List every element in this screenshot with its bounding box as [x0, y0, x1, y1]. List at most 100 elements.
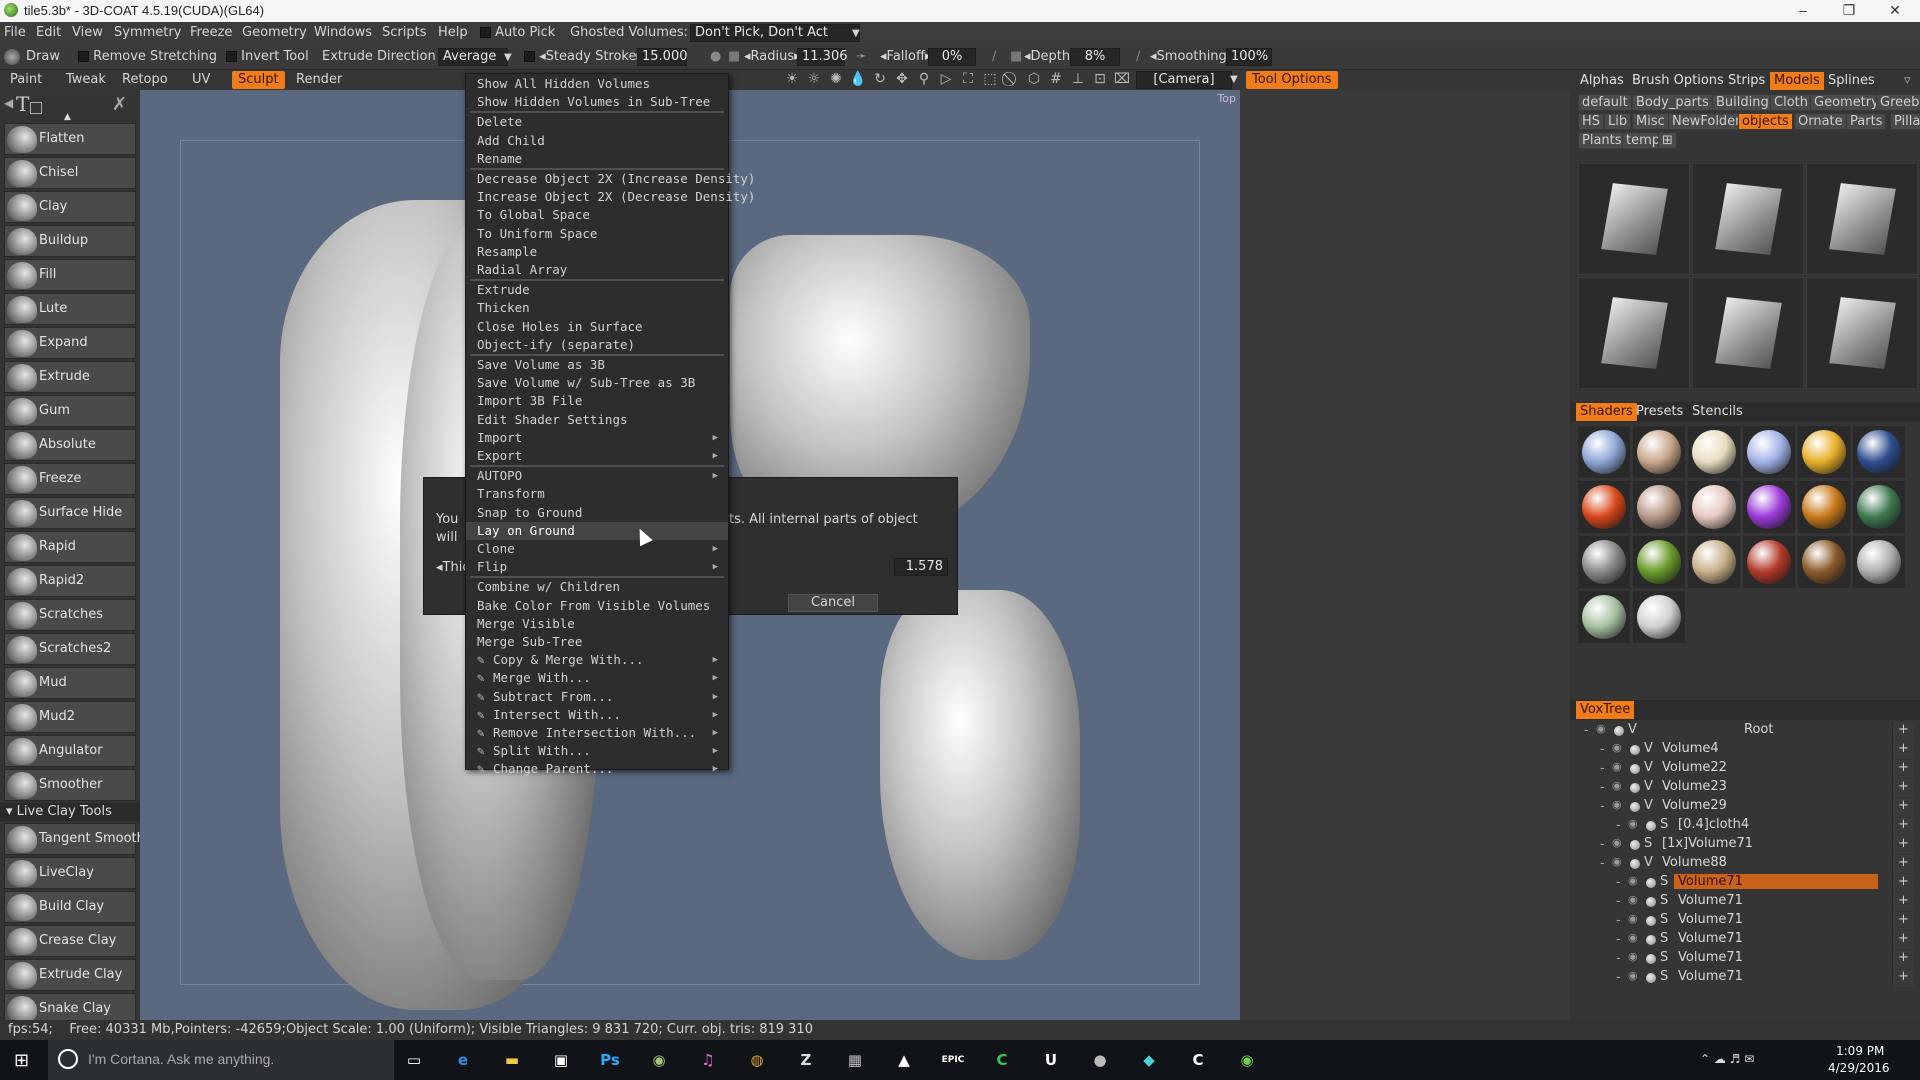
tool-scratches2[interactable]: Scratches2: [4, 633, 136, 665]
layer-name[interactable]: Volume4: [1658, 741, 1723, 756]
folder-cloth[interactable]: Cloth: [1770, 94, 1812, 111]
folder-geometry[interactable]: Geometry: [1810, 94, 1883, 111]
smoothing-curve-icon[interactable]: ∕: [1136, 49, 1140, 64]
collapse-toggle[interactable]: -: [1600, 761, 1605, 776]
voxtree-item[interactable]: - ◉ S Volume71 +: [1570, 950, 1920, 969]
voxtree-item[interactable]: - ◉ S Volume71 +: [1570, 912, 1920, 931]
menu-freeze[interactable]: Freeze: [190, 25, 232, 40]
steady-stroke-checkbox[interactable]: [524, 51, 535, 62]
windows-start-icon[interactable]: ⊞: [14, 1050, 29, 1071]
shader-ball-icon[interactable]: [1646, 916, 1656, 926]
collapse-toggle[interactable]: -: [1600, 780, 1605, 795]
taskbar-photoshop-icon[interactable]: Ps: [596, 1046, 624, 1074]
collapse-left-icon[interactable]: ◀: [4, 96, 13, 110]
shader-swatch[interactable]: [1578, 481, 1630, 533]
steady-stroke-input[interactable]: 15.000: [637, 48, 688, 66]
layer-name[interactable]: Volume71: [1674, 874, 1878, 889]
close-button[interactable]: ✕: [1872, 0, 1918, 22]
taskbar-file-explorer-icon[interactable]: ▬: [498, 1046, 526, 1074]
pen-pressure-icon[interactable]: ●: [710, 49, 721, 64]
add-layer-button[interactable]: +: [1892, 950, 1914, 968]
shader-ball-icon[interactable]: [1630, 745, 1640, 755]
visibility-eye-icon[interactable]: ◉: [1628, 912, 1638, 925]
shader-ball-icon[interactable]: [1630, 764, 1640, 774]
visibility-eye-icon[interactable]: ◉: [1612, 741, 1622, 754]
shader-ball-icon[interactable]: [1646, 897, 1656, 907]
menu-item-increase-object-2x-decrease-density[interactable]: Increase Object 2X (Decrease Density): [466, 188, 755, 206]
menu-edit[interactable]: Edit: [36, 25, 61, 40]
voxtree-item[interactable]: - ◉ S Volume71 +: [1570, 969, 1920, 988]
menu-geometry[interactable]: Geometry: [242, 25, 307, 40]
shader-swatch[interactable]: [1578, 591, 1630, 643]
shader-swatch[interactable]: [1633, 481, 1685, 533]
remove-stretching-checkbox[interactable]: [78, 51, 89, 62]
taskbar-app-c2-icon[interactable]: C: [1184, 1046, 1212, 1074]
layer-name[interactable]: [0.4]cloth4: [1674, 817, 1753, 832]
voxtree-item[interactable]: - ◉ S Volume71 +: [1570, 931, 1920, 950]
voxtree-item[interactable]: - ◉ V Volume22 +: [1570, 760, 1920, 779]
visibility-eye-icon[interactable]: ◉: [1628, 874, 1638, 887]
tab-alphas[interactable]: Alphas: [1576, 72, 1628, 90]
tab-tool-options[interactable]: Tool Options: [1246, 71, 1338, 89]
menu-item-object-ify-separate[interactable]: Object-ify (separate): [466, 336, 728, 354]
layer-name[interactable]: Volume22: [1658, 760, 1731, 775]
shader-swatch[interactable]: [1633, 591, 1685, 643]
tool-extrude[interactable]: Extrude: [4, 361, 136, 393]
add-layer-button[interactable]: +: [1892, 969, 1914, 987]
voxtree-item[interactable]: - ◉ V Volume23 +: [1570, 779, 1920, 798]
visibility-eye-icon[interactable]: ◉: [1612, 760, 1622, 773]
shader-ball-icon[interactable]: [1646, 935, 1656, 945]
taskbar-app-c-icon[interactable]: C: [988, 1046, 1016, 1074]
maximize-button[interactable]: ❐: [1826, 0, 1872, 22]
folder-lib[interactable]: Lib: [1604, 113, 1632, 130]
live-clay-section-header[interactable]: ▾ Live Clay Tools: [0, 803, 140, 821]
layer-name[interactable]: Volume71: [1674, 912, 1747, 927]
visibility-eye-icon[interactable]: ◉: [1612, 798, 1622, 811]
menu-view[interactable]: View: [72, 25, 103, 40]
folder-parts[interactable]: Parts: [1846, 113, 1887, 130]
drop-icon[interactable]: 💧: [848, 71, 868, 87]
folder-hs[interactable]: HS: [1578, 113, 1605, 130]
camera-select[interactable]: [Camera]: [1136, 71, 1232, 89]
tab-uv[interactable]: UV: [186, 71, 216, 89]
menu-item-show-all-hidden-volumes[interactable]: Show All Hidden Volumes: [466, 75, 728, 93]
minimize-button[interactable]: –: [1780, 0, 1826, 22]
tab-paint[interactable]: Paint: [4, 71, 48, 89]
invert-tool-toggle[interactable]: Invert Tool: [226, 49, 309, 64]
remove-stretching-toggle[interactable]: Remove Stretching: [78, 49, 217, 64]
voxtree-item[interactable]: - ◉ V Volume4 +: [1570, 741, 1920, 760]
lock-depth-icon[interactable]: ■: [1010, 49, 1022, 64]
tool-extrude-clay[interactable]: Extrude Clay: [4, 959, 136, 991]
voxtree-item[interactable]: - ◉ V Root +: [1570, 722, 1920, 741]
menu-item-radial-array[interactable]: Radial Array: [466, 261, 728, 279]
radius-input[interactable]: 11.306: [797, 48, 848, 66]
taskbar-epic-icon[interactable]: EPIC: [939, 1046, 967, 1074]
menu-item-subtract-from[interactable]: ✎ Subtract From... ▶: [466, 688, 728, 706]
tool-smoother[interactable]: Smoother: [4, 769, 136, 801]
folder-building[interactable]: Building: [1712, 94, 1773, 111]
folder-body_parts[interactable]: Body_parts: [1632, 94, 1713, 111]
panel-menu-icon[interactable]: ▿: [1900, 72, 1915, 90]
menu-item-merge-visible[interactable]: Merge Visible: [466, 615, 728, 633]
taskbar-zbrush-icon[interactable]: Z: [792, 1046, 820, 1074]
visibility-eye-icon[interactable]: ◉: [1628, 950, 1638, 963]
folder-pillar[interactable]: Pillar: [1890, 113, 1920, 130]
shader-ball-icon[interactable]: [1630, 802, 1640, 812]
folder-default[interactable]: default: [1578, 94, 1632, 111]
voxtree-item[interactable]: - ◉ V Volume88 +: [1570, 855, 1920, 874]
menu-item-merge-with[interactable]: ✎ Merge With... ▶: [466, 669, 728, 687]
shader-swatch[interactable]: [1743, 536, 1795, 588]
tab-render[interactable]: Render: [290, 71, 348, 89]
layer-name[interactable]: Volume71: [1674, 950, 1747, 965]
shader-ball-icon[interactable]: [1646, 821, 1656, 831]
ortho-icon[interactable]: ⌧: [1112, 71, 1132, 87]
layer-name[interactable]: Volume23: [1658, 779, 1731, 794]
menu-item-split-with[interactable]: ✎ Split With... ▶: [466, 742, 728, 760]
menu-item-show-hidden-volumes-in-sub-tree[interactable]: Show Hidden Volumes in Sub-Tree: [466, 93, 728, 111]
menu-item-lay-on-ground[interactable]: Lay on Ground: [466, 521, 728, 540]
visibility-eye-icon[interactable]: ◉: [1612, 779, 1622, 792]
light-icon[interactable]: ☀: [782, 71, 802, 87]
taskbar-edge-icon[interactable]: e: [449, 1046, 477, 1074]
menu-item-close-holes-in-surface[interactable]: Close Holes in Surface: [466, 318, 728, 336]
model-thumbnail[interactable]: [1692, 277, 1804, 389]
